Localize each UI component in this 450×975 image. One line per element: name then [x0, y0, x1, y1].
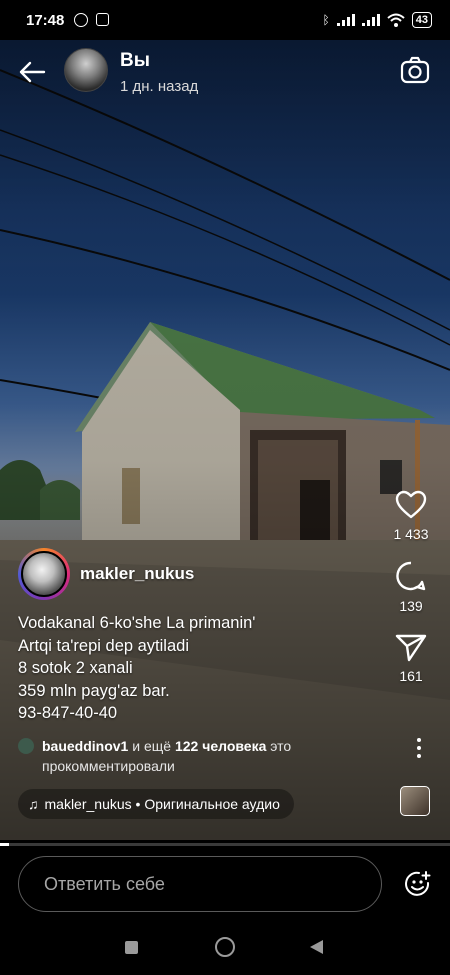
music-note-icon: ♫ [28, 796, 39, 812]
signal-icon-2 [361, 14, 380, 26]
caption-line: 93-847-40-40 [18, 704, 118, 722]
story-header: Вы 1 дн. назад [0, 40, 450, 102]
user-avatar[interactable] [64, 48, 108, 92]
audio-pill[interactable]: ♫ makler_nukus • Оригинальное аудио [18, 789, 294, 819]
wifi-icon [387, 13, 405, 27]
paper-plane-icon [395, 634, 427, 662]
comments-line2: прокомментировали [42, 758, 175, 774]
system-icons: ᛒ 43 [323, 12, 432, 28]
comments-text: и ещё [128, 738, 175, 754]
action-column: 1 433 139 161 [386, 490, 436, 702]
story-time-ago: 1 дн. назад [120, 78, 199, 95]
comment-button[interactable]: 139 [386, 560, 436, 614]
home-button[interactable] [215, 937, 235, 957]
recents-button[interactable] [125, 941, 138, 954]
notification-icons [74, 13, 110, 27]
signal-icon [336, 14, 355, 26]
share-count: 161 [399, 668, 423, 684]
caption-line: 359 mln payg'az bar. [18, 681, 170, 700]
system-back-button[interactable] [310, 940, 323, 954]
caption-line: Vodakanal 6-ko'she La primanin' [18, 614, 256, 632]
like-button[interactable]: 1 433 [386, 490, 436, 542]
camera-icon[interactable] [400, 56, 430, 84]
comment-bubble-icon [396, 561, 426, 591]
instagram-icon [96, 13, 110, 26]
status-time: 17:48 [26, 11, 65, 29]
story-owner-name[interactable]: Вы [120, 50, 150, 72]
audio-label: makler_nukus • Оригинальное аудио [44, 796, 280, 812]
commenter-name[interactable]: baueddinov1 [42, 738, 128, 754]
comments-summary[interactable]: baueddinov1 и ещё 122 человека это проко… [18, 736, 378, 776]
reply-input[interactable] [18, 856, 382, 912]
add-circle-icon [74, 13, 89, 27]
battery-indicator: 43 [411, 12, 432, 28]
caption-line: Artqi ta'repi dep aytiladi [18, 636, 189, 655]
share-button[interactable]: 161 [386, 632, 436, 684]
system-nav-bar [0, 921, 450, 975]
emoji-add-icon[interactable] [404, 870, 432, 898]
comment-count: 139 [399, 598, 423, 614]
caption-line: 8 sotok 2 xanali [18, 659, 133, 677]
others-count[interactable]: 122 человека [175, 738, 266, 754]
author-avatar[interactable] [18, 548, 70, 600]
bluetooth-icon: ᛒ [322, 13, 330, 27]
author-handle[interactable]: makler_nukus [80, 564, 194, 584]
more-options-icon[interactable] [416, 738, 422, 762]
like-count: 1 433 [393, 526, 429, 542]
back-arrow-icon[interactable] [18, 60, 46, 84]
reply-bar [0, 846, 450, 921]
status-bar: 17:48 ᛒ 43 [0, 0, 450, 40]
caption: Vodakanal 6-ko'she La primanin' Artqi ta… [18, 612, 358, 725]
comments-text-tail: это [266, 738, 292, 754]
heart-icon [395, 490, 427, 519]
author-row[interactable]: makler_nukus [18, 548, 194, 600]
commenter-avatar [18, 738, 34, 754]
audio-thumbnail[interactable] [400, 786, 430, 816]
